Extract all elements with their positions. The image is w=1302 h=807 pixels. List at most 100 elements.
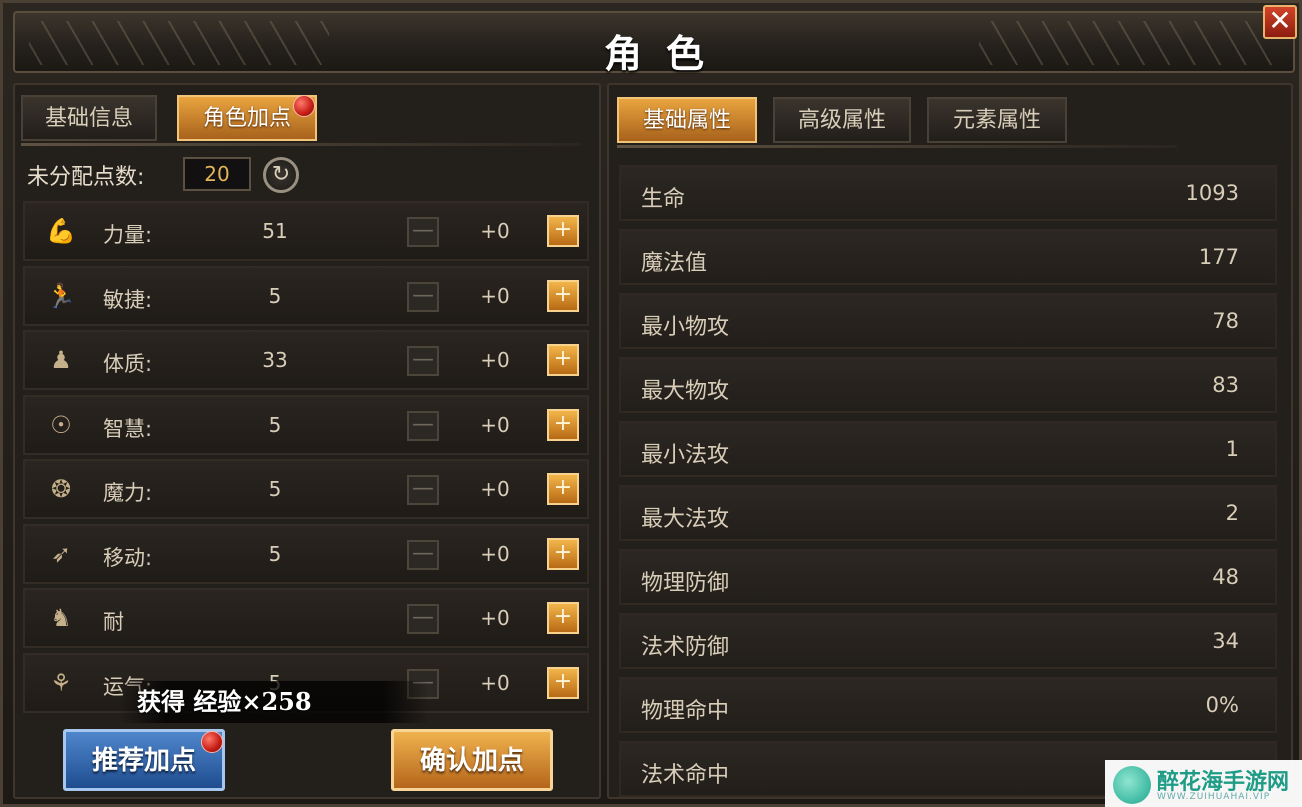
notification-dot	[201, 731, 223, 753]
attribute-value: 34	[1212, 629, 1239, 653]
attribute-label: 最大物攻	[641, 379, 730, 404]
attribute-row: 最大法攻 2	[619, 485, 1277, 541]
reset-icon[interactable]: ↻	[263, 157, 299, 193]
site-watermark: 醉花海手游网 WWW.ZUIHUAHAI.VIP	[1105, 760, 1302, 807]
tab-basic-info[interactable]: 基础信息	[21, 95, 157, 141]
stat-value: 5	[268, 283, 282, 308]
stat-value: 51	[262, 219, 288, 243]
stat-row: 💪 力量: 51 — +0 +	[23, 201, 589, 261]
attribute-label: 最小物攻	[641, 315, 730, 340]
attribute-row: 最大物攻 83	[619, 357, 1277, 413]
attribute-value: 1	[1225, 437, 1239, 461]
stat-row: ➶ 移动: 5 — +0 +	[23, 523, 589, 584]
attribute-label: 魔法值	[641, 251, 708, 276]
attribute-value: 83	[1212, 373, 1239, 397]
luck-icon: ⚘	[50, 668, 72, 697]
stat-value: 5	[268, 477, 282, 501]
stat-row: ❂ 魔力: 5 — +0 +	[23, 459, 589, 519]
confirm-points-button[interactable]: 确认加点	[391, 729, 553, 791]
title-bar: 角色	[13, 11, 1295, 76]
window-title: 角色	[603, 32, 728, 76]
stat-added-points: +0	[480, 412, 510, 437]
tab-element-attributes[interactable]: 元素属性	[927, 97, 1067, 143]
increase-stat-button[interactable]: +	[547, 408, 579, 441]
stat-value: 5	[268, 412, 282, 437]
stat-label: 魔力:	[103, 481, 153, 505]
decrease-stat-button[interactable]: —	[407, 281, 439, 312]
attribute-value: 48	[1212, 565, 1239, 589]
attributes-panel: 基础属性 高级属性 元素属性 生命 1093 魔法值 177 最小物攻 78 最大物攻 83 最…	[607, 83, 1293, 799]
attribute-value: 177	[1198, 245, 1239, 269]
decrease-stat-button[interactable]: —	[407, 410, 439, 441]
notification-dot	[293, 95, 315, 117]
site-logo-icon	[1113, 766, 1151, 804]
attribute-row: 生命 1093	[619, 165, 1277, 221]
stat-added-points: +0	[480, 541, 510, 566]
stat-label: 体质:	[103, 352, 153, 376]
character-window: 角色 ✕ 基础信息 角色加点 未分配点数: 20 ↻ 💪 力量: 51— +0 + 🏃 敏捷…	[0, 0, 1302, 807]
decrease-stat-button[interactable]: —	[407, 217, 439, 247]
stat-added-points: +0	[480, 477, 510, 501]
decrease-stat-button[interactable]: —	[407, 604, 439, 634]
stat-added-points: +0	[480, 606, 510, 630]
stat-added-points: +0	[480, 348, 510, 372]
stat-label: 智慧:	[103, 416, 153, 441]
brain-icon: ❂	[50, 475, 72, 503]
attribute-value: 1093	[1185, 181, 1239, 205]
stat-value: 5	[268, 541, 282, 566]
increase-stat-button[interactable]: +	[547, 215, 579, 247]
stat-value: 33	[262, 348, 288, 372]
increase-stat-button[interactable]: +	[547, 666, 579, 699]
stat-label: 敏捷:	[103, 287, 153, 312]
attribute-label: 最小法攻	[641, 443, 730, 468]
attribute-value: 2	[1225, 501, 1239, 525]
attribute-label: 物理命中	[641, 699, 730, 724]
tab-basic-attributes[interactable]: 基础属性	[617, 97, 757, 143]
unassigned-points-label: 未分配点数:	[27, 165, 145, 190]
tab-divider	[617, 145, 1177, 148]
stat-row: ♞ 耐 — +0 +	[23, 588, 589, 648]
attribute-value: 78	[1212, 309, 1239, 333]
agility-icon: 🏃	[46, 281, 76, 310]
stat-row: ☉ 智慧: 5 — +0 +	[23, 394, 589, 455]
stat-added-points: +0	[480, 670, 510, 695]
increase-stat-button[interactable]: +	[547, 602, 579, 634]
stat-label: 耐	[103, 610, 124, 634]
close-button[interactable]: ✕	[1263, 5, 1297, 39]
attribute-row: 法术防御 34	[619, 613, 1277, 669]
attribute-label: 法术命中	[641, 763, 730, 788]
move-icon: ➶	[50, 539, 72, 568]
tab-advanced-attributes[interactable]: 高级属性	[773, 97, 911, 143]
attribute-row: 物理防御 48	[619, 549, 1277, 605]
decrease-stat-button[interactable]: —	[407, 539, 439, 570]
watermark-url: WWW.ZUIHUAHAI.VIP	[1157, 792, 1271, 802]
increase-stat-button[interactable]: +	[547, 279, 579, 312]
endurance-icon: ♞	[50, 604, 72, 632]
attribute-row: 最小物攻 78	[619, 293, 1277, 349]
stat-row: 🏃 敏捷: 5 — +0 +	[23, 265, 589, 326]
decrease-stat-button[interactable]: —	[407, 346, 439, 376]
increase-stat-button[interactable]: +	[547, 344, 579, 376]
stat-added-points: +0	[480, 283, 510, 308]
attribute-value: 0%	[1205, 693, 1239, 717]
exp-gain-toast: 获得 经验×258	[119, 681, 429, 723]
stat-label: 力量:	[103, 223, 153, 247]
attribute-row: 物理命中 0%	[619, 677, 1277, 733]
attribute-label: 法术防御	[641, 635, 730, 660]
body-icon: ♟	[50, 346, 72, 374]
stat-row: ♟ 体质: 33 — +0 +	[23, 330, 589, 390]
increase-stat-button[interactable]: +	[547, 537, 579, 570]
increase-stat-button[interactable]: +	[547, 473, 579, 505]
attribute-label: 生命	[641, 187, 686, 212]
stat-label: 移动:	[103, 545, 153, 570]
unassigned-points-value: 20	[183, 157, 251, 191]
decrease-stat-button[interactable]: —	[407, 475, 439, 505]
attribute-row: 最小法攻 1	[619, 421, 1277, 477]
arm-icon: 💪	[46, 217, 76, 245]
wisdom-icon: ☉	[50, 410, 72, 439]
attribute-row: 魔法值 177	[619, 229, 1277, 285]
attribute-points-panel: 基础信息 角色加点 未分配点数: 20 ↻ 💪 力量: 51— +0 + 🏃 敏捷: 5— +0…	[13, 83, 601, 799]
tab-divider	[21, 143, 581, 146]
attribute-label: 最大法攻	[641, 507, 730, 532]
attribute-label: 物理防御	[641, 571, 730, 596]
